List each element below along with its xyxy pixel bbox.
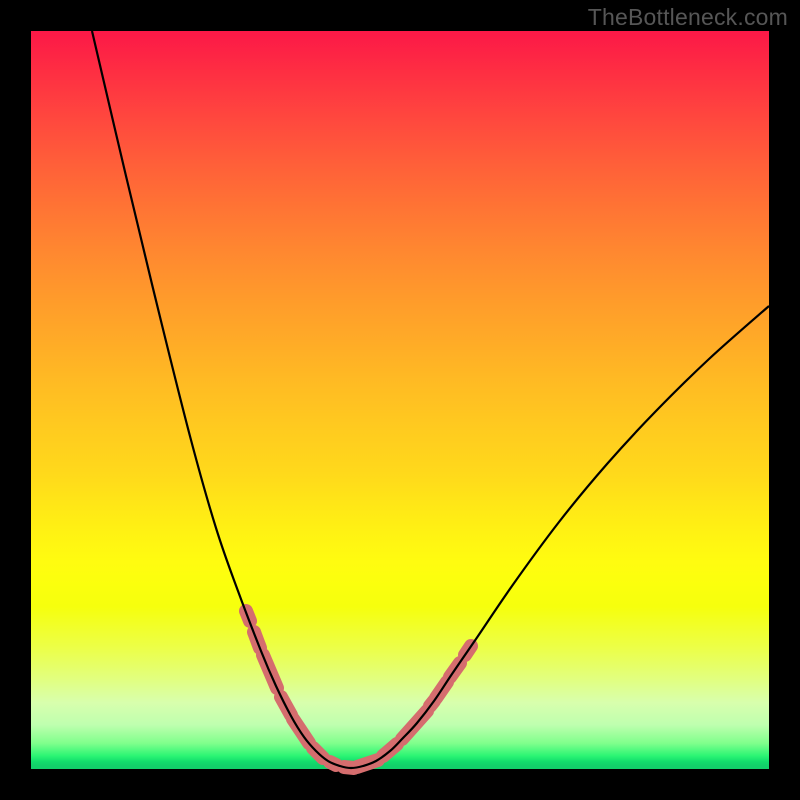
plot-area xyxy=(31,31,769,769)
chart-frame: TheBottleneck.com xyxy=(0,0,800,800)
bottleneck-curve xyxy=(92,31,769,768)
marker-series xyxy=(246,611,471,768)
chart-svg xyxy=(31,31,769,769)
watermark-text: TheBottleneck.com xyxy=(588,4,788,31)
